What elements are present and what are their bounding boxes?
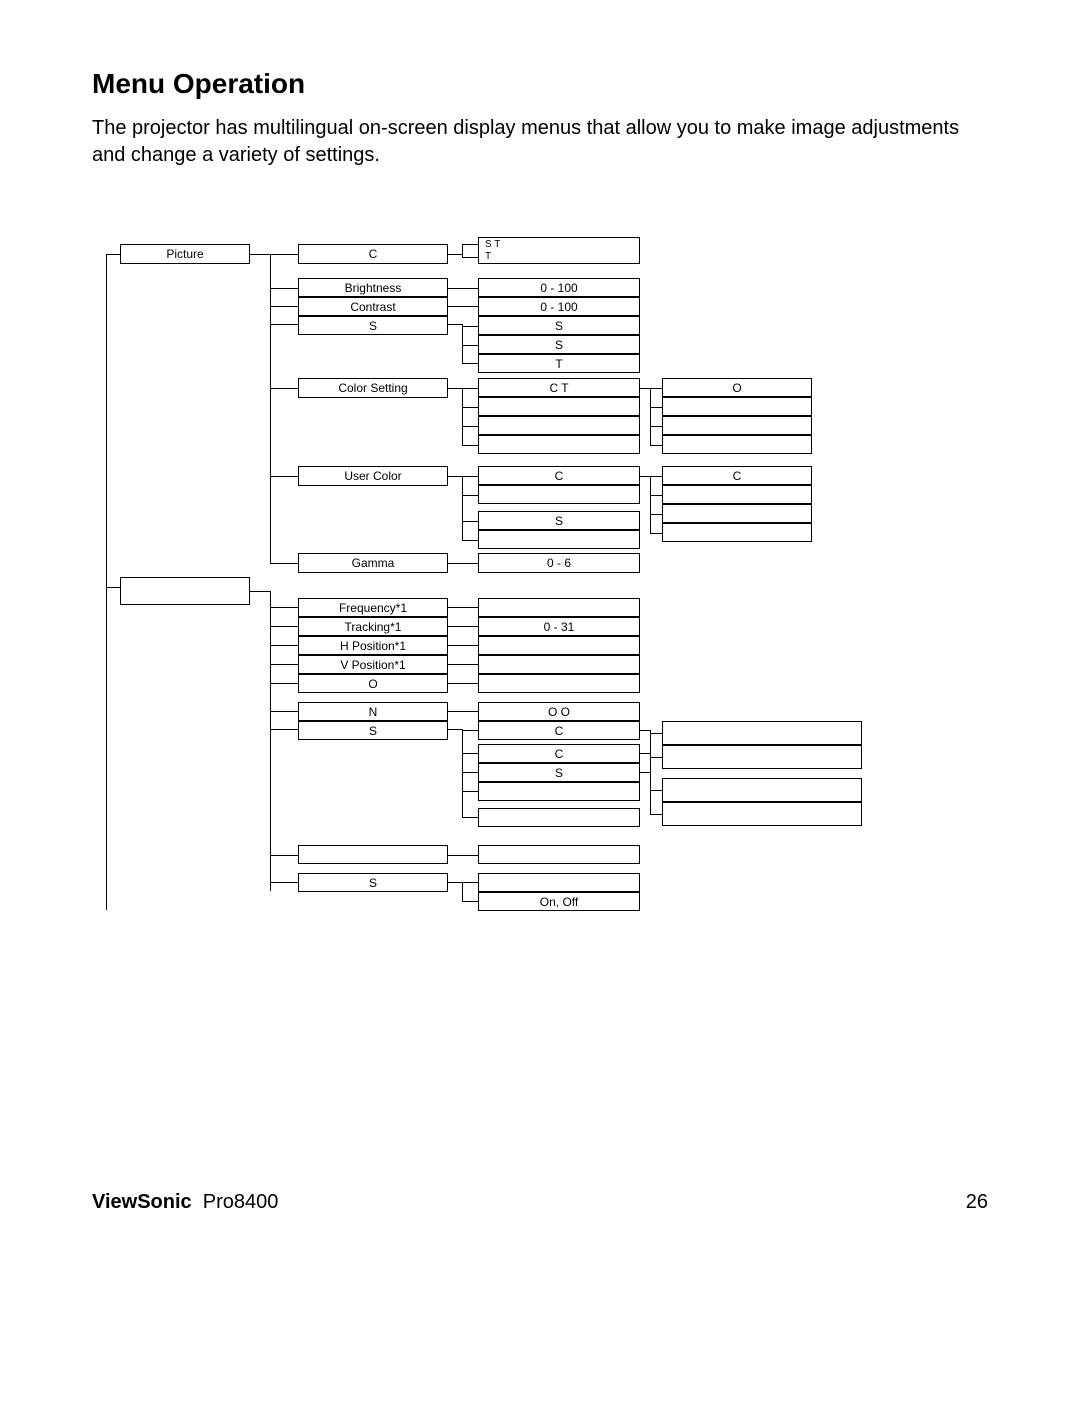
- diagram-c3-oo: O O: [478, 702, 640, 721]
- diagram-c2-colorsetting: Color Setting: [298, 378, 448, 398]
- diagram-c3-freq: [478, 598, 640, 617]
- diagram-c3-ct-b1: [478, 397, 640, 416]
- diagram-c4-o-b3: [662, 435, 812, 454]
- diagram-c3-ct-b2: [478, 416, 640, 435]
- footer-brand: ViewSonic Pro8400: [92, 1191, 278, 1214]
- diagram-c2-o: O: [298, 674, 448, 693]
- diagram-c2-usercolor: User Color: [298, 466, 448, 486]
- diagram-c3-s-c1: C: [478, 721, 640, 740]
- diagram-c4-o-b2: [662, 416, 812, 435]
- diagram-col1-picture: Picture: [120, 244, 250, 264]
- diagram-c3-s-b2: [478, 808, 640, 827]
- diagram-c3-s2: S: [478, 335, 640, 354]
- diagram-col1-blank: [120, 577, 250, 605]
- diagram-c4-big1: [662, 721, 862, 745]
- diagram-c3-t2: T: [478, 354, 640, 373]
- diagram-c2-s: S: [298, 316, 448, 335]
- footer-page-number: 26: [966, 1191, 988, 1214]
- diagram-c3-0-6: 0 - 6: [478, 553, 640, 573]
- diagram-c2-s3: S: [298, 873, 448, 892]
- diagram-c2-contrast: Contrast: [298, 297, 448, 316]
- diagram-c2-tracking: Tracking*1: [298, 617, 448, 636]
- diagram-c4-o-b1: [662, 397, 812, 416]
- diagram-c4-big4: [662, 802, 862, 826]
- diagram-c3-uc-b2: [478, 530, 640, 549]
- diagram-c2-c: C: [298, 244, 448, 264]
- diagram-c4-c-b3: [662, 523, 812, 542]
- diagram-c3-0-100b: 0 - 100: [478, 297, 640, 316]
- diagram-c3-uc-c: C: [478, 466, 640, 485]
- diagram-c2-brightness: Brightness: [298, 278, 448, 297]
- diagram-c3-0-100a: 0 - 100: [478, 278, 640, 297]
- diagram-c3-st: S T: [478, 237, 640, 251]
- diagram-c2-blank1: [298, 845, 448, 864]
- diagram-c2-gamma: Gamma: [298, 553, 448, 573]
- diagram-c4-big2: [662, 745, 862, 769]
- diagram-c3-uc-s: S: [478, 511, 640, 530]
- diagram-c3-ct: C T: [478, 378, 640, 397]
- diagram-c3-hpos: [478, 636, 640, 655]
- diagram-c3-s1: S: [478, 316, 640, 335]
- diagram-c4-c-b2: [662, 504, 812, 523]
- diagram-c4-c-b1: [662, 485, 812, 504]
- diagram-c3-s-c2: C: [478, 744, 640, 763]
- diagram-c3-t: T: [478, 250, 640, 264]
- diagram-c2-n: N: [298, 702, 448, 721]
- diagram-c4-o: O: [662, 378, 812, 397]
- diagram-c3-s-s: S: [478, 763, 640, 782]
- diagram-c3-0-31: 0 - 31: [478, 617, 640, 636]
- diagram-c2-vpos: V Position*1: [298, 655, 448, 674]
- diagram-c3-vpos: [478, 655, 640, 674]
- diagram-c4-c: C: [662, 466, 812, 485]
- diagram-c4-big3: [662, 778, 862, 802]
- diagram-c2-s2: S: [298, 721, 448, 740]
- diagram-c3-s-b1: [478, 782, 640, 801]
- diagram-c3-uc-b1: [478, 485, 640, 504]
- diagram-c3-o: [478, 674, 640, 693]
- diagram-c3-s3a: [478, 873, 640, 892]
- diagram-c3-b845: [478, 845, 640, 864]
- diagram-c2-frequency: Frequency*1: [298, 598, 448, 617]
- diagram-c3-ct-b3: [478, 435, 640, 454]
- diagram-c2-hpos: H Position*1: [298, 636, 448, 655]
- diagram-c3-onoff: On, Off: [478, 892, 640, 911]
